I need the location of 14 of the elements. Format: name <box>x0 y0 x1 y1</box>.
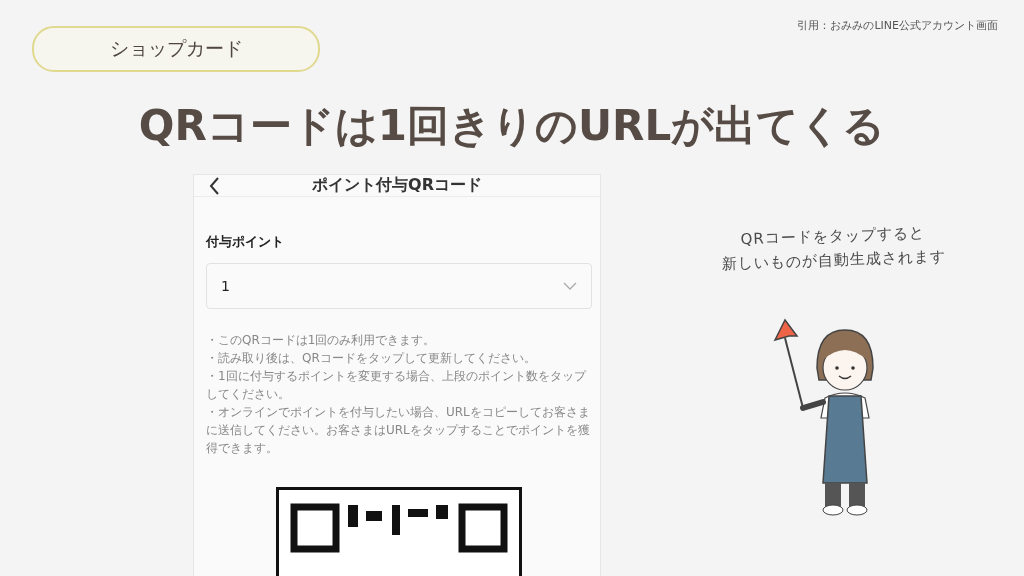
category-tag: ショップカード <box>32 26 320 72</box>
screen-title: ポイント付与QRコード <box>312 175 482 196</box>
caption-text: QRコードをタップすると 新しいものが自動生成されます <box>719 222 946 275</box>
field-label: 付与ポイント <box>206 233 285 251</box>
back-icon[interactable] <box>208 175 220 196</box>
note-text: ・オンラインでポイントを付与したい場合、URLをコピーしてお客さまに送信してください。お客さまはURLをタップすることでポイントを獲得できます。 <box>206 404 591 457</box>
qr-code-drawing[interactable] <box>276 487 522 576</box>
points-select[interactable]: 1 <box>206 263 592 309</box>
note-text: ・読み取り後は、QRコードをタップして更新してください。 <box>206 350 537 367</box>
headline: QRコードは1回きりのURLが出てくる <box>137 100 887 152</box>
citation-text: 引用：おみみのLINE公式アカウント画面 <box>797 18 998 33</box>
note-text: ・このQRコードは1回のみ利用できます。 <box>206 332 437 349</box>
chevron-down-icon <box>563 282 577 290</box>
note-text: ・1回に付与するポイントを変更する場合、上段のポイント数をタップしてください。 <box>206 368 588 403</box>
